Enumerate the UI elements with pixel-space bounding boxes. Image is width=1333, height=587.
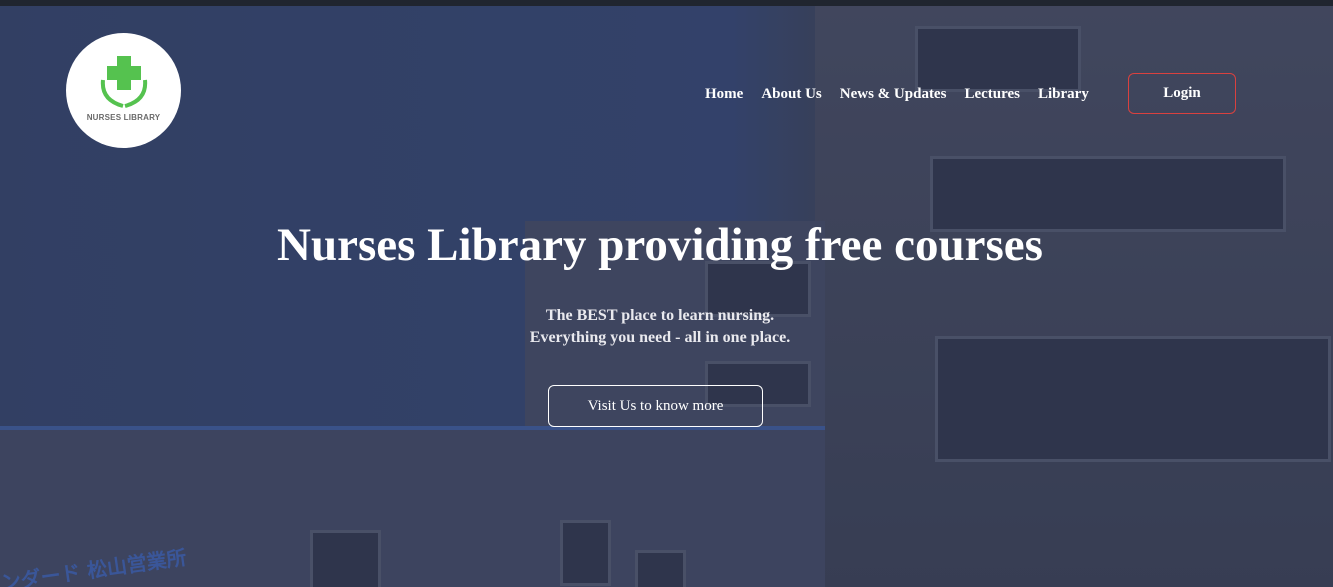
nav-lectures[interactable]: Lectures xyxy=(964,86,1020,103)
visit-us-button[interactable]: Visit Us to know more xyxy=(548,385,763,427)
cross-hands-icon xyxy=(100,55,147,108)
site-logo[interactable]: NURSES LIBRARY xyxy=(66,33,181,148)
hero-subtitle-line2: Everything you need - all in one place. xyxy=(529,329,791,346)
login-button[interactable]: Login xyxy=(1128,73,1236,114)
main-navigation: Home About Us News & Updates Lectures Li… xyxy=(705,86,1107,103)
nav-home[interactable]: Home xyxy=(705,86,743,103)
nav-about-us[interactable]: About Us xyxy=(761,86,821,103)
hero-subtitle-line1: The BEST place to learn nursing. xyxy=(545,307,775,324)
logo-text: NURSES LIBRARY xyxy=(86,112,161,122)
hero-title: Nurses Library providing free courses xyxy=(277,219,1043,271)
nav-library[interactable]: Library xyxy=(1038,86,1089,103)
nav-news-updates[interactable]: News & Updates xyxy=(840,86,947,103)
